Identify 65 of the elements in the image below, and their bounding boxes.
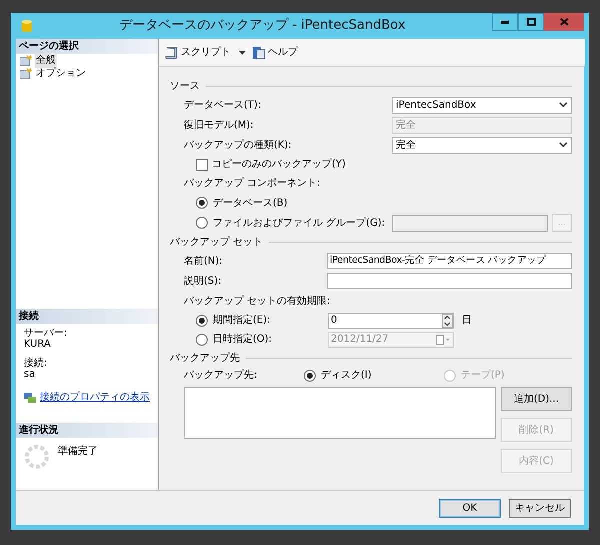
connection-properties-link[interactable]: 接続のプロパティの表示 [40, 390, 150, 405]
radio-button[interactable] [196, 314, 208, 326]
field-label: 名前(N): [184, 254, 223, 268]
radio-label: 期間指定(E): [213, 314, 272, 328]
section-title: バックアップ先 [170, 352, 240, 366]
file-group-field[interactable] [392, 214, 548, 232]
section-title: バックアップ セット [170, 236, 264, 250]
field-value: sa [24, 369, 36, 380]
toolbar-button[interactable]: ヘルプ [252, 45, 298, 60]
field-label: データベース(T): [184, 98, 262, 112]
page-item[interactable]: 全般 [35, 53, 57, 68]
chevron-down-icon [559, 102, 568, 108]
backup-type-dropdown[interactable]: 完全 [392, 136, 572, 154]
pane-header: ページの選択 [16, 39, 158, 54]
pane-header: 接続 [16, 309, 158, 324]
calendar-icon [436, 334, 450, 344]
spin-arrows-icon [442, 314, 453, 328]
radio-button[interactable] [304, 370, 316, 382]
dropdown-arrow-icon [239, 50, 246, 54]
unit-label: 日 [462, 314, 472, 328]
close-button[interactable] [544, 13, 584, 31]
checkbox[interactable] [196, 158, 208, 170]
name-field[interactable]: iPentecSandBox-完全 データベース バックアップ [327, 253, 572, 269]
database-dropdown[interactable]: iPentecSandBox [392, 96, 572, 114]
field-label: バックアップの種類(K): [184, 138, 292, 152]
days-spin-field[interactable]: 0 [328, 312, 454, 328]
section-title: ソース [170, 80, 200, 94]
window-title: データベースのバックアップ - iPentecSandBox [118, 17, 407, 36]
maximize-button[interactable] [518, 13, 544, 31]
radio-label: データベース(B) [213, 196, 288, 210]
radio-label: ファイルおよびファイル グループ(G): [213, 216, 386, 230]
field-label: バックアップ コンポーネント: [184, 176, 321, 191]
toolbar-button[interactable]: スクリプト [165, 45, 246, 60]
action-button[interactable]: 追加(D)... [501, 387, 572, 411]
field-label: 復旧モデル(M): [184, 118, 254, 132]
dialog-button[interactable]: キャンセル [509, 498, 571, 518]
minimize-icon [501, 20, 509, 24]
status-text: 準備完了 [58, 444, 98, 459]
network-icon [24, 392, 37, 404]
field-label: バックアップ先: [184, 368, 258, 383]
description-field[interactable] [327, 273, 572, 289]
book-icon [252, 46, 266, 60]
radio-button[interactable] [196, 334, 208, 346]
minimize-button[interactable] [492, 13, 518, 31]
database-icon [21, 19, 33, 33]
field-label: バックアップ セットの有効期限: [184, 294, 331, 308]
page-icon [20, 68, 32, 79]
checkbox-label: コピーのみのバックアップ(Y) [212, 158, 346, 172]
spinner-icon [24, 444, 50, 470]
field-label: サーバー: [24, 328, 68, 339]
chevron-down-icon [559, 142, 568, 148]
page-icon [20, 55, 32, 66]
field-label: 接続: [24, 358, 48, 369]
radio-label: 日時指定(O): [213, 332, 274, 347]
radio-label: ディスク(I) [321, 369, 372, 383]
pane-header: 進行状況 [16, 423, 158, 438]
radio-label: テープ(P) [461, 368, 505, 383]
field-value: KURA [24, 339, 52, 350]
close-icon [560, 18, 568, 26]
radio-button[interactable] [196, 217, 208, 229]
page-item[interactable]: オプション [35, 66, 87, 81]
field-label: 説明(S): [184, 274, 222, 288]
maximize-icon [526, 18, 536, 26]
dialog-button[interactable]: OK [439, 498, 501, 518]
radio-button[interactable] [196, 197, 208, 209]
